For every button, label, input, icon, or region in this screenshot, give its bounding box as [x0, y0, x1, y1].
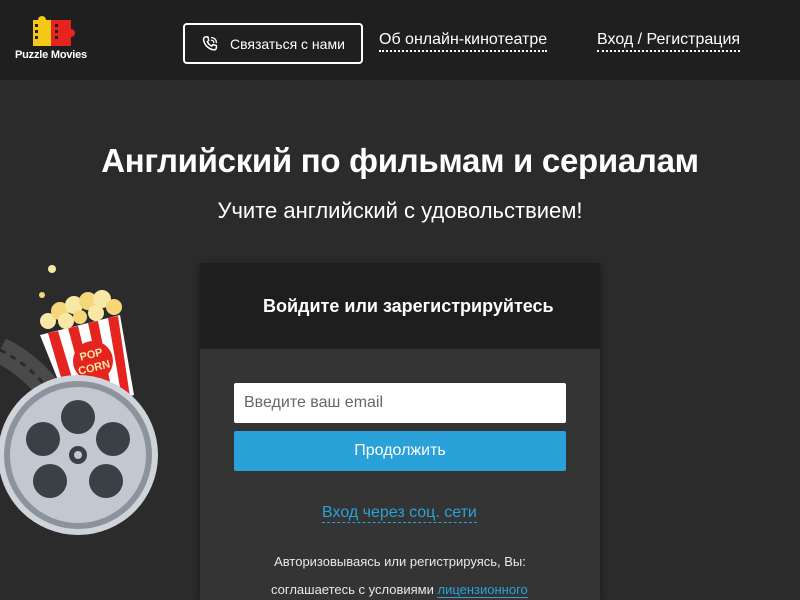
email-field[interactable]: [234, 383, 566, 423]
terms-text-line-2: соглашаетесь с условиями лицензионного: [271, 582, 528, 598]
auth-title: Войдите или зарегистрируйтесь: [263, 296, 554, 316]
terms-prefix: соглашаетесь с условиями: [271, 582, 438, 597]
continue-button[interactable]: Продолжить: [234, 431, 566, 471]
auth-panel: Войдите или зарегистрируйтесь Продолжить…: [200, 263, 600, 600]
page-subtitle: Учите английский с удовольствием!: [217, 198, 583, 223]
auth-panel-header: Войдите или зарегистрируйтесь: [200, 263, 600, 349]
contact-button-label: Связаться с нами: [230, 36, 345, 52]
popcorn-film-reel-illustration: POP CORN: [0, 255, 170, 545]
film-reel-icon: [0, 375, 158, 535]
logo[interactable]: Puzzle Movies: [14, 14, 104, 66]
nav-login-link[interactable]: Вход / Регистрация: [597, 31, 741, 52]
license-link[interactable]: лицензионного: [437, 582, 528, 598]
site-header: Puzzle Movies Связаться с нами Об онлайн…: [0, 0, 800, 80]
logo-text: Puzzle Movies: [15, 49, 87, 61]
nav-about-link[interactable]: Об онлайн-кинотеатре: [379, 31, 548, 52]
contact-button[interactable]: Связаться с нами: [183, 23, 363, 64]
page-title: Английский по фильмам и сериалам: [101, 142, 699, 179]
terms-text-line-1: Авторизовываясь или регистрируясь, Вы:: [274, 554, 526, 569]
puzzle-film-logo-icon: [33, 16, 75, 46]
phone-icon: [202, 36, 218, 51]
social-login-link[interactable]: Вход через соц. сети: [322, 504, 477, 523]
